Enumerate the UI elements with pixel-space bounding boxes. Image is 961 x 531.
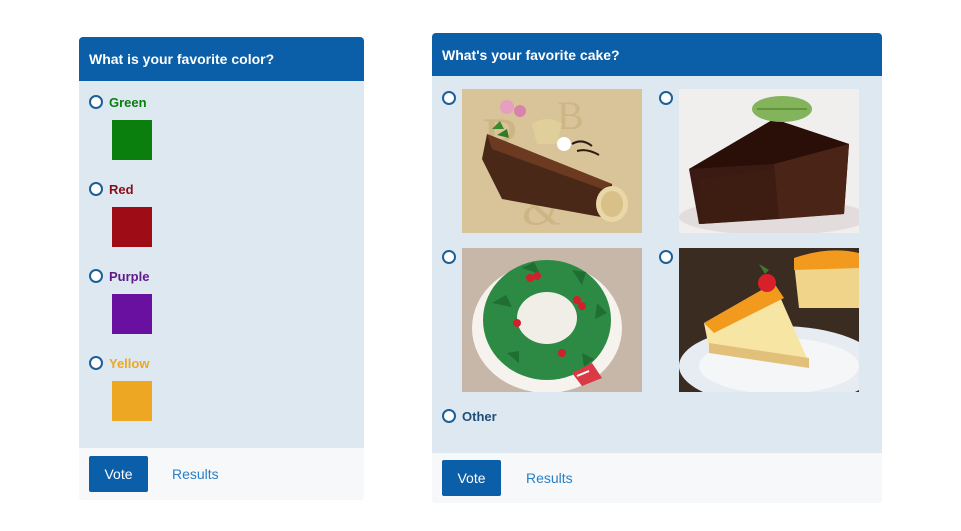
green-swatch[interactable]	[112, 120, 152, 160]
option-label-yellow[interactable]: Yellow	[109, 356, 149, 371]
cake-poll: What's your favorite cake? R B &	[432, 33, 882, 503]
color-poll-title: What is your favorite color?	[79, 37, 364, 81]
red-swatch[interactable]	[112, 207, 152, 247]
results-link[interactable]: Results	[526, 470, 573, 486]
svg-text:B: B	[557, 93, 584, 138]
radio-cake-4[interactable]	[659, 250, 673, 264]
radio-other[interactable]	[442, 409, 456, 423]
radio-purple[interactable]	[89, 269, 103, 283]
radio-cake-1[interactable]	[442, 91, 456, 105]
color-poll: What is your favorite color? Green Red P…	[79, 37, 364, 500]
mango-cheesecake-slice-image[interactable]	[679, 248, 859, 392]
results-link[interactable]: Results	[172, 466, 219, 482]
vote-button[interactable]: Vote	[442, 460, 501, 496]
chocolate-cake-slice-image[interactable]	[679, 89, 859, 233]
radio-cake-2[interactable]	[659, 91, 673, 105]
yellow-swatch[interactable]	[112, 381, 152, 421]
radio-cake-3[interactable]	[442, 250, 456, 264]
other-label[interactable]: Other	[462, 409, 497, 424]
option-label-green[interactable]: Green	[109, 95, 147, 110]
cake-poll-footer: Vote Results	[432, 453, 882, 503]
yule-log-cake-image[interactable]: R B &	[462, 89, 642, 233]
purple-swatch[interactable]	[112, 294, 152, 334]
cake-poll-title: What's your favorite cake?	[432, 33, 882, 76]
radio-yellow[interactable]	[89, 356, 103, 370]
option-label-red[interactable]: Red	[109, 182, 134, 197]
radio-red[interactable]	[89, 182, 103, 196]
radio-green[interactable]	[89, 95, 103, 109]
vote-button[interactable]: Vote	[89, 456, 148, 492]
color-poll-footer: Vote Results	[79, 448, 364, 500]
holly-wreath-cake-image[interactable]	[462, 248, 642, 392]
option-label-purple[interactable]: Purple	[109, 269, 149, 284]
